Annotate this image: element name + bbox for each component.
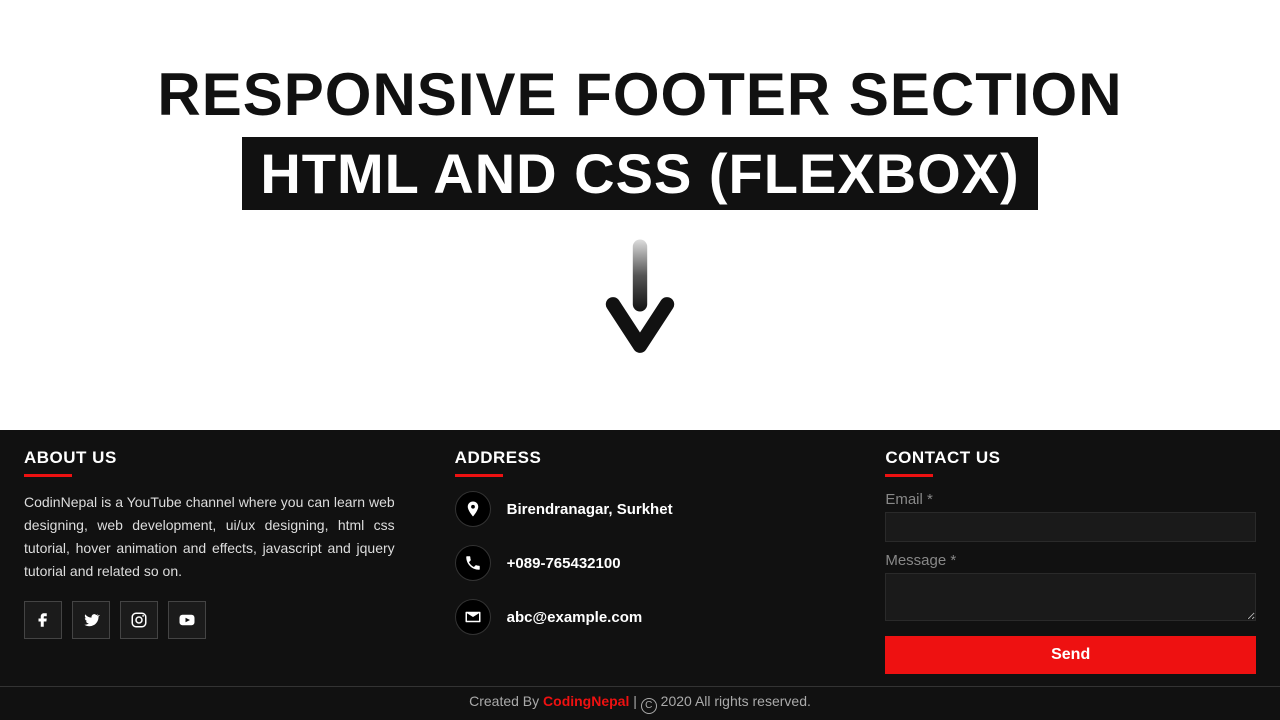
location-icon bbox=[455, 491, 491, 527]
address-email: abc@example.com bbox=[507, 609, 643, 626]
social-links bbox=[24, 601, 395, 639]
underline bbox=[24, 474, 72, 477]
credit-bar: Created By CodingNepal | C 2020 All righ… bbox=[0, 686, 1280, 720]
hero-section: RESPONSIVE FOOTER SECTION HTML AND CSS (… bbox=[0, 0, 1280, 210]
youtube-icon[interactable] bbox=[168, 601, 206, 639]
email-label: Email * bbox=[885, 491, 1256, 508]
address-heading: ADDRESS bbox=[455, 448, 826, 468]
address-email-row: abc@example.com bbox=[455, 599, 826, 635]
credit-prefix: Created By bbox=[469, 693, 543, 709]
send-button[interactable]: Send bbox=[885, 636, 1256, 674]
contact-column: CONTACT US Email * Message * Send bbox=[885, 448, 1256, 674]
message-field[interactable] bbox=[885, 573, 1256, 621]
copyright-icon: C bbox=[641, 698, 657, 714]
arrow-down-icon bbox=[0, 238, 1280, 363]
email-field[interactable] bbox=[885, 512, 1256, 542]
underline bbox=[885, 474, 933, 477]
instagram-icon[interactable] bbox=[120, 601, 158, 639]
credit-brand[interactable]: CodingNepal bbox=[543, 693, 629, 709]
underline bbox=[455, 474, 503, 477]
footer: ABOUT US CodinNepal is a YouTube channel… bbox=[0, 430, 1280, 720]
facebook-icon[interactable] bbox=[24, 601, 62, 639]
contact-heading: CONTACT US bbox=[885, 448, 1256, 468]
credit-separator: | bbox=[629, 693, 640, 709]
about-text: CodinNepal is a YouTube channel where yo… bbox=[24, 491, 395, 583]
address-location-row: Birendranagar, Surkhet bbox=[455, 491, 826, 527]
credit-rights: 2020 All rights reserved. bbox=[657, 693, 811, 709]
about-heading: ABOUT US bbox=[24, 448, 395, 468]
address-phone: +089-765432100 bbox=[507, 555, 621, 572]
twitter-icon[interactable] bbox=[72, 601, 110, 639]
about-column: ABOUT US CodinNepal is a YouTube channel… bbox=[24, 448, 395, 674]
envelope-icon bbox=[455, 599, 491, 635]
address-column: ADDRESS Birendranagar, Surkhet +089-7654… bbox=[455, 448, 826, 674]
address-phone-row: +089-765432100 bbox=[455, 545, 826, 581]
phone-icon bbox=[455, 545, 491, 581]
address-location: Birendranagar, Surkhet bbox=[507, 501, 673, 518]
hero-title: RESPONSIVE FOOTER SECTION bbox=[0, 60, 1280, 129]
hero-subtitle: HTML AND CSS (FLEXBOX) bbox=[242, 137, 1037, 210]
message-label: Message * bbox=[885, 552, 1256, 569]
